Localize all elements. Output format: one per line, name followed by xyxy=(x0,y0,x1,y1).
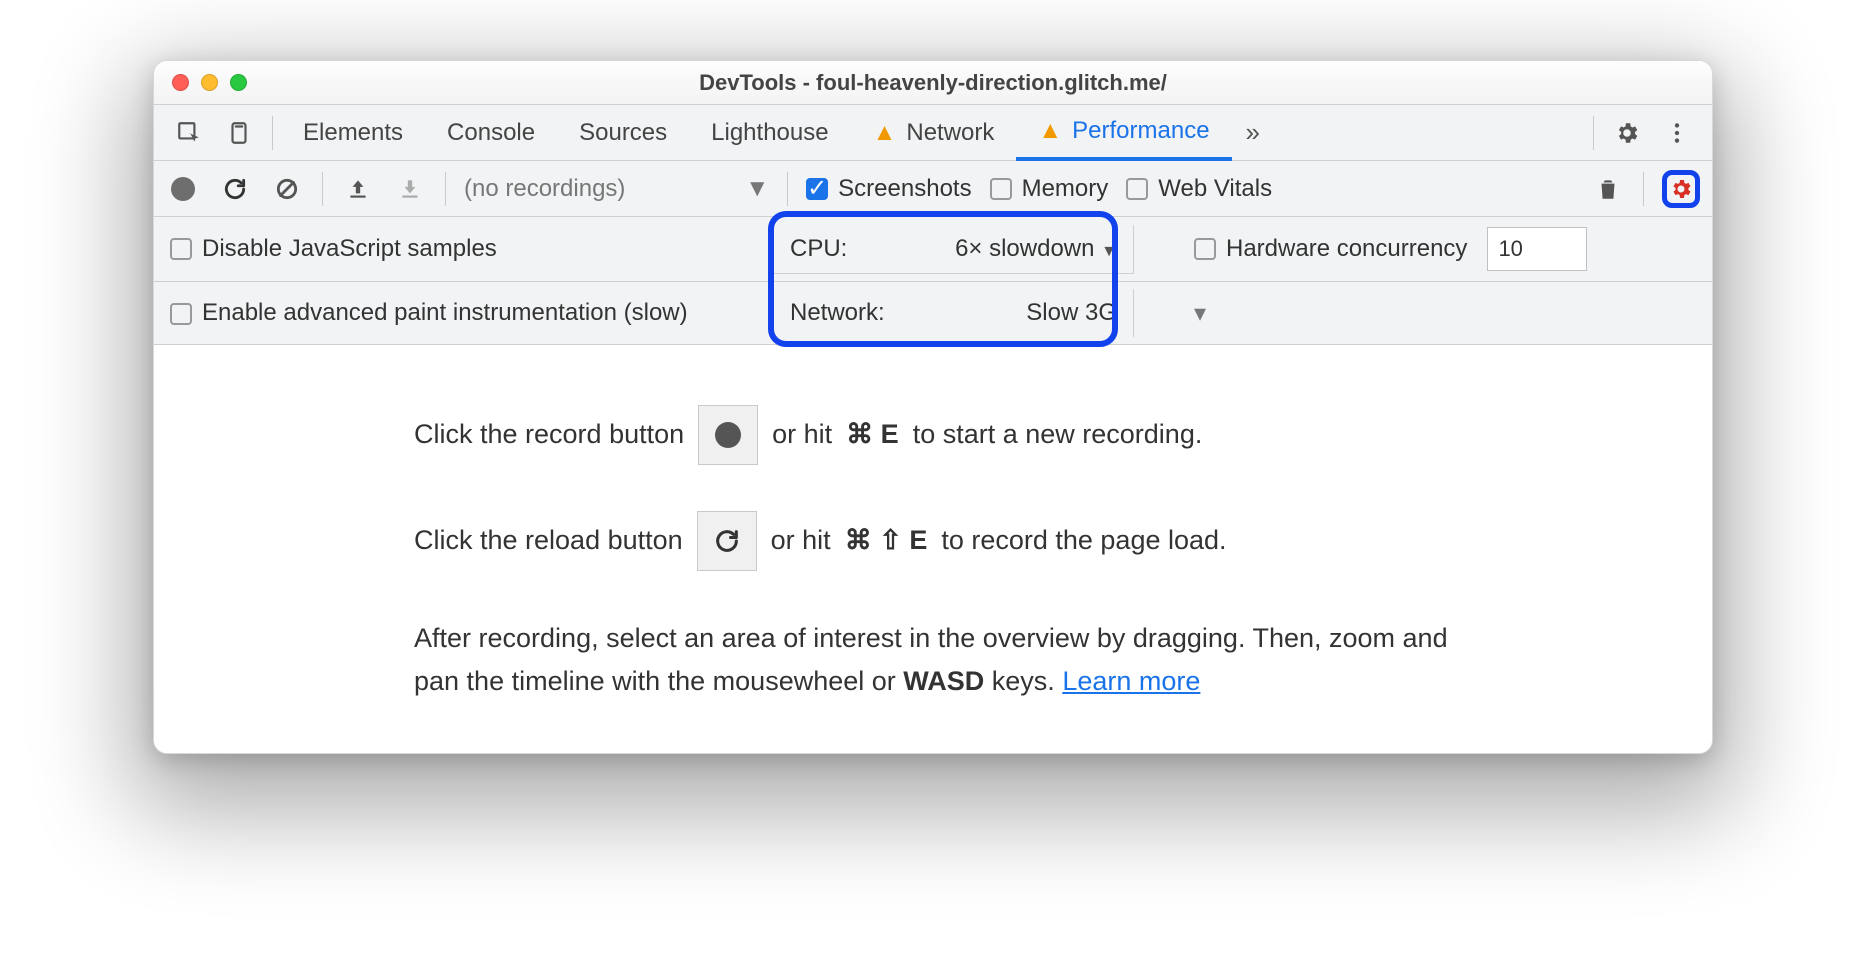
performance-landing: Click the record button or hit ⌘ E to st… xyxy=(154,345,1712,753)
checkbox-icon xyxy=(1194,238,1216,260)
record-button[interactable] xyxy=(166,172,200,206)
tab-lighthouse[interactable]: Lighthouse xyxy=(689,105,850,161)
network-throttle-select[interactable]: Network: Slow 3G xyxy=(774,289,1134,337)
capture-settings-button[interactable] xyxy=(1662,170,1700,208)
load-profile-button[interactable] xyxy=(341,172,375,206)
checkbox-icon xyxy=(170,238,192,260)
device-toggle-icon[interactable] xyxy=(214,105,264,161)
reload-button-inline[interactable] xyxy=(697,511,757,571)
titlebar: DevTools - foul-heavenly-direction.glitc… xyxy=(154,61,1712,105)
tab-elements[interactable]: Elements xyxy=(281,105,425,161)
disable-js-samples-checkbox[interactable]: Disable JavaScript samples xyxy=(170,235,497,263)
capture-settings-panel: Disable JavaScript samples CPU: 6× slowd… xyxy=(154,217,1712,345)
tab-performance[interactable]: ▲ Performance xyxy=(1016,105,1231,161)
tab-sources[interactable]: Sources xyxy=(557,105,689,161)
save-profile-button[interactable] xyxy=(393,172,427,206)
tab-network[interactable]: ▲ Network xyxy=(851,105,1017,161)
memory-checkbox[interactable]: Memory xyxy=(990,175,1109,203)
checkbox-icon xyxy=(170,303,192,325)
checkbox-icon xyxy=(990,178,1012,200)
kebab-menu-icon[interactable] xyxy=(1652,105,1702,161)
record-button-inline[interactable] xyxy=(698,405,758,465)
devtools-window: DevTools - foul-heavenly-direction.glitc… xyxy=(153,60,1713,754)
hardware-concurrency-checkbox[interactable]: Hardware concurrency xyxy=(1194,235,1467,263)
checkbox-icon xyxy=(1126,178,1148,200)
reload-record-button[interactable] xyxy=(218,172,252,206)
more-tabs-button[interactable]: » xyxy=(1232,117,1274,148)
hint-text: Click the record button xyxy=(414,413,684,456)
clear-button[interactable] xyxy=(270,172,304,206)
warning-icon: ▲ xyxy=(873,119,897,147)
screenshots-checkbox[interactable]: ✓ Screenshots xyxy=(806,175,971,203)
collect-garbage-button[interactable] xyxy=(1591,172,1625,206)
checkbox-checked-icon: ✓ xyxy=(806,178,828,200)
warning-icon: ▲ xyxy=(1038,117,1062,145)
cpu-throttle-select[interactable]: CPU: 6× slowdown ▼ xyxy=(774,225,1134,274)
tab-console[interactable]: Console xyxy=(425,105,557,161)
advanced-paint-checkbox[interactable]: Enable advanced paint instrumentation (s… xyxy=(170,299,688,327)
hint-text: Click the reload button xyxy=(414,519,683,562)
window-title: DevTools - foul-heavenly-direction.glitc… xyxy=(154,70,1712,96)
performance-toolbar: (no recordings)▼ ✓ Screenshots Memory We… xyxy=(154,161,1712,217)
webvitals-checkbox[interactable]: Web Vitals xyxy=(1126,175,1272,203)
inspect-icon[interactable] xyxy=(164,105,214,161)
learn-more-link[interactable]: Learn more xyxy=(1062,666,1200,696)
settings-icon[interactable] xyxy=(1602,105,1652,161)
devtools-tabs: Elements Console Sources Lighthouse ▲ Ne… xyxy=(154,105,1712,161)
hardware-concurrency-input[interactable] xyxy=(1487,227,1587,271)
recordings-dropdown[interactable]: (no recordings)▼ xyxy=(464,175,769,203)
